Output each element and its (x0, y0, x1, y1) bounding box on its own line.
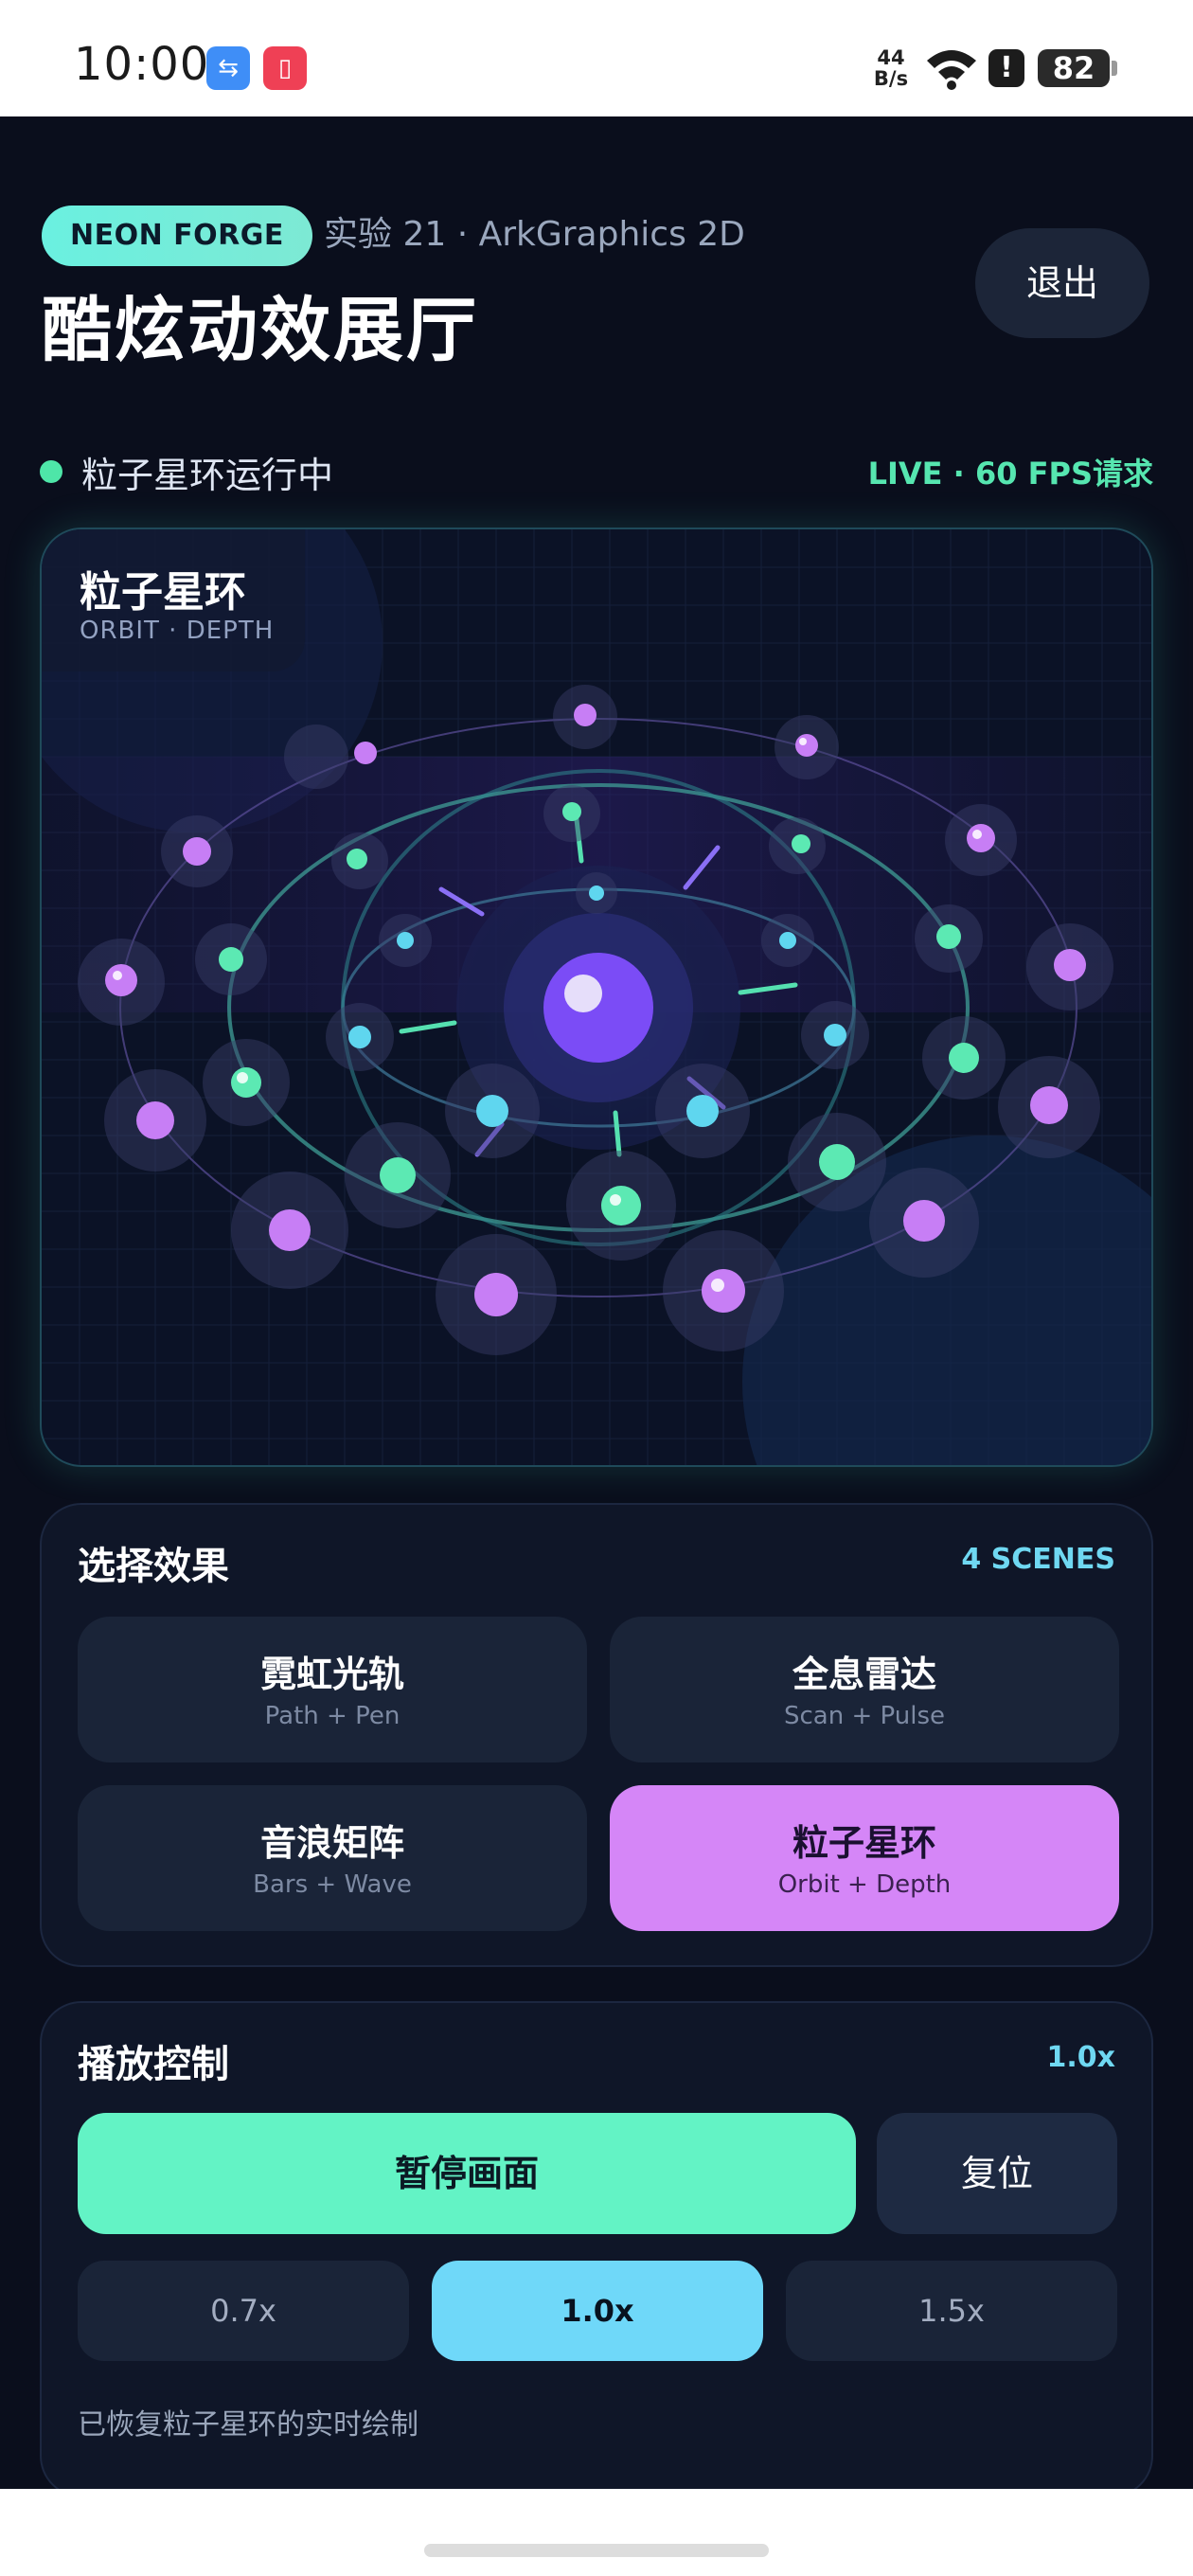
status-bar: 10:00 ⇆ ▯ 44 B/s ! 82 (0, 0, 1193, 116)
running-status-text: 粒子星环运行中 (81, 455, 334, 496)
book-app-icon: ▯ (263, 46, 307, 90)
alert-icon: ! (988, 49, 1024, 87)
effect-name: 粒子星环 (792, 1822, 936, 1864)
scene-count: 4 SCENES (961, 1543, 1115, 1576)
particle-canvas[interactable]: 粒子星环 ORBIT · DEPTH (40, 528, 1153, 1467)
navigation-bar (0, 2489, 1193, 2576)
app-screen: NEON FORGE 实验 21 · ArkGraphics 2D 酷炫动效展厅… (0, 116, 1193, 2497)
effect-sub: Orbit + Depth (777, 1870, 952, 1899)
effect-panel-title: 选择效果 (78, 1545, 229, 1588)
home-indicator[interactable] (424, 2544, 769, 2557)
effect-particle-ring-button[interactable]: 粒子星环 Orbit + Depth (610, 1785, 1119, 1931)
brand-badge: NEON FORGE (42, 206, 312, 266)
network-speed: 44 B/s (871, 47, 911, 89)
playback-status-note: 已恢复粒子星环的实时绘制 (78, 2408, 418, 2442)
scene-label-box: 粒子星环 ORBIT · DEPTH (42, 529, 305, 671)
page-title: 酷炫动效展厅 (42, 290, 479, 371)
exit-button[interactable]: 退出 (975, 228, 1149, 338)
battery-icon: 82 (1038, 49, 1110, 87)
page-subtitle: 实验 21 · ArkGraphics 2D (324, 215, 745, 254)
effect-name: 全息雷达 (792, 1654, 936, 1695)
live-fps-label: LIVE · 60 FPS请求 (867, 456, 1153, 492)
speed-1-0x-button[interactable]: 1.0x (432, 2261, 763, 2361)
pause-button[interactable]: 暂停画面 (78, 2113, 856, 2234)
running-status-dot (40, 460, 62, 483)
usb-icon: ⇆ (206, 46, 250, 90)
effect-select-panel: 选择效果 4 SCENES 霓虹光轨 Path + Pen 全息雷达 Scan … (40, 1503, 1153, 1967)
scene-title: 粒子星环 (80, 568, 246, 617)
effect-name: 音浪矩阵 (259, 1822, 404, 1864)
effect-holo-radar-button[interactable]: 全息雷达 Scan + Pulse (610, 1617, 1119, 1762)
battery-tip (1112, 61, 1117, 76)
net-speed-unit: B/s (873, 67, 909, 90)
effect-name: 霓虹光轨 (259, 1654, 404, 1695)
effect-sub: Scan + Pulse (784, 1702, 945, 1730)
core-orb (543, 953, 653, 1063)
effect-neon-trail-button[interactable]: 霓虹光轨 Path + Pen (78, 1617, 587, 1762)
playback-panel-title: 播放控制 (78, 2043, 229, 2086)
speed-1-5x-button[interactable]: 1.5x (786, 2261, 1117, 2361)
wifi-icon (927, 50, 976, 90)
effect-sound-matrix-button[interactable]: 音浪矩阵 Bars + Wave (78, 1785, 587, 1931)
playback-control-panel: 播放控制 1.0x 暂停画面 复位 0.7x 1.0x 1.5x 已恢复粒子星环… (40, 2001, 1153, 2497)
effect-sub: Bars + Wave (253, 1870, 412, 1899)
effect-sub: Path + Pen (264, 1702, 401, 1730)
scene-subtitle: ORBIT · DEPTH (80, 617, 275, 645)
speed-0-7x-button[interactable]: 0.7x (78, 2261, 409, 2361)
clock: 10:00 (74, 38, 210, 91)
reset-button[interactable]: 复位 (877, 2113, 1117, 2234)
current-speed-label: 1.0x (1046, 2041, 1116, 2074)
net-speed-value: 44 (877, 46, 905, 69)
